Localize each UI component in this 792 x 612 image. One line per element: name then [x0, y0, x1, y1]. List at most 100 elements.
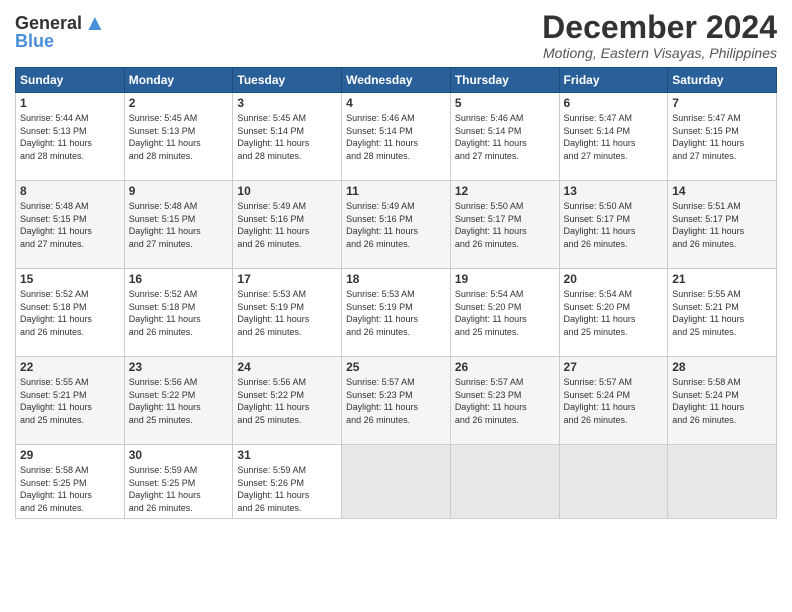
calendar-cell: 28 Sunrise: 5:58 AMSunset: 5:24 PMDayligh…	[668, 357, 777, 445]
calendar-week-row: 1 Sunrise: 5:44 AMSunset: 5:13 PMDaylight…	[16, 93, 777, 181]
calendar-table: SundayMondayTuesdayWednesdayThursdayFrid…	[15, 67, 777, 518]
cell-info: Sunrise: 5:48 AMSunset: 5:15 PMDaylight:…	[129, 200, 229, 250]
calendar-week-row: 29 Sunrise: 5:58 AMSunset: 5:25 PMDayligh…	[16, 445, 777, 518]
calendar-cell: 9 Sunrise: 5:48 AMSunset: 5:15 PMDaylight…	[124, 181, 233, 269]
calendar-cell: 10 Sunrise: 5:49 AMSunset: 5:16 PMDayligh…	[233, 181, 342, 269]
cell-info: Sunrise: 5:53 AMSunset: 5:19 PMDaylight:…	[237, 288, 337, 338]
day-number: 3	[237, 96, 337, 110]
day-number: 24	[237, 360, 337, 374]
day-number: 28	[672, 360, 772, 374]
calendar-cell: 15 Sunrise: 5:52 AMSunset: 5:18 PMDayligh…	[16, 269, 125, 357]
location: Motiong, Eastern Visayas, Philippines	[542, 45, 777, 61]
cell-info: Sunrise: 5:46 AMSunset: 5:14 PMDaylight:…	[455, 112, 555, 162]
calendar-cell: 6Sunrise: 5:47 AMSunset: 5:14 PMDaylight…	[559, 93, 668, 181]
day-number: 21	[672, 272, 772, 286]
cell-info: Sunrise: 5:49 AMSunset: 5:16 PMDaylight:…	[237, 200, 337, 250]
calendar-cell: 1 Sunrise: 5:44 AMSunset: 5:13 PMDaylight…	[16, 93, 125, 181]
cell-info: Sunrise: 5:52 AMSunset: 5:18 PMDaylight:…	[129, 288, 229, 338]
calendar-cell: 31 Sunrise: 5:59 AMSunset: 5:26 PMDayligh…	[233, 445, 342, 518]
day-number: 7	[672, 96, 772, 110]
cell-info: Sunrise: 5:45 AMSunset: 5:14 PMDaylight:…	[237, 112, 337, 162]
logo-graphic: General ▲ Blue	[15, 10, 106, 50]
day-number: 11	[346, 184, 446, 198]
day-number: 19	[455, 272, 555, 286]
calendar-cell: 11 Sunrise: 5:49 AMSunset: 5:16 PMDayligh…	[342, 181, 451, 269]
cell-info: Sunrise: 5:58 AMSunset: 5:24 PMDaylight:…	[672, 376, 772, 426]
cell-info: Sunrise: 5:57 AMSunset: 5:23 PMDaylight:…	[346, 376, 446, 426]
logo-text-blue: Blue	[15, 32, 54, 50]
calendar-cell: 5 Sunrise: 5:46 AMSunset: 5:14 PMDaylight…	[450, 93, 559, 181]
day-number: 31	[237, 448, 337, 462]
day-number: 30	[129, 448, 229, 462]
calendar-cell: 16Sunrise: 5:52 AMSunset: 5:18 PMDayligh…	[124, 269, 233, 357]
logo-text-general: General	[15, 14, 82, 32]
day-number: 17	[237, 272, 337, 286]
day-number: 10	[237, 184, 337, 198]
calendar-cell: 21 Sunrise: 5:55 AMSunset: 5:21 PMDayligh…	[668, 269, 777, 357]
weekday-header: Saturday	[668, 68, 777, 93]
day-number: 25	[346, 360, 446, 374]
calendar-cell: 14Sunrise: 5:51 AMSunset: 5:17 PMDayligh…	[668, 181, 777, 269]
cell-info: Sunrise: 5:55 AMSunset: 5:21 PMDaylight:…	[20, 376, 120, 426]
cell-info: Sunrise: 5:48 AMSunset: 5:15 PMDaylight:…	[20, 200, 120, 250]
day-number: 1	[20, 96, 120, 110]
cell-info: Sunrise: 5:44 AMSunset: 5:13 PMDaylight:…	[20, 112, 120, 162]
weekday-header: Monday	[124, 68, 233, 93]
calendar-cell: 26Sunrise: 5:57 AMSunset: 5:23 PMDayligh…	[450, 357, 559, 445]
cell-info: Sunrise: 5:57 AMSunset: 5:23 PMDaylight:…	[455, 376, 555, 426]
cell-info: Sunrise: 5:47 AMSunset: 5:14 PMDaylight:…	[564, 112, 664, 162]
day-number: 4	[346, 96, 446, 110]
cell-info: Sunrise: 5:52 AMSunset: 5:18 PMDaylight:…	[20, 288, 120, 338]
cell-info: Sunrise: 5:49 AMSunset: 5:16 PMDaylight:…	[346, 200, 446, 250]
day-number: 29	[20, 448, 120, 462]
day-number: 20	[564, 272, 664, 286]
calendar-header-row: SundayMondayTuesdayWednesdayThursdayFrid…	[16, 68, 777, 93]
cell-info: Sunrise: 5:54 AMSunset: 5:20 PMDaylight:…	[455, 288, 555, 338]
cell-info: Sunrise: 5:58 AMSunset: 5:25 PMDaylight:…	[20, 464, 120, 514]
calendar-cell: 27Sunrise: 5:57 AMSunset: 5:24 PMDayligh…	[559, 357, 668, 445]
day-number: 15	[20, 272, 120, 286]
cell-info: Sunrise: 5:47 AMSunset: 5:15 PMDaylight:…	[672, 112, 772, 162]
day-number: 23	[129, 360, 229, 374]
cell-info: Sunrise: 5:45 AMSunset: 5:13 PMDaylight:…	[129, 112, 229, 162]
day-number: 5	[455, 96, 555, 110]
calendar-cell: 20Sunrise: 5:54 AMSunset: 5:20 PMDayligh…	[559, 269, 668, 357]
header: General ▲ Blue December 2024 Motiong, Ea…	[15, 10, 777, 61]
cell-info: Sunrise: 5:59 AMSunset: 5:26 PMDaylight:…	[237, 464, 337, 514]
calendar-cell	[450, 445, 559, 518]
calendar-cell: 3 Sunrise: 5:45 AMSunset: 5:14 PMDaylight…	[233, 93, 342, 181]
weekday-header: Wednesday	[342, 68, 451, 93]
cell-info: Sunrise: 5:53 AMSunset: 5:19 PMDaylight:…	[346, 288, 446, 338]
calendar-cell: 22 Sunrise: 5:55 AMSunset: 5:21 PMDayligh…	[16, 357, 125, 445]
cell-info: Sunrise: 5:56 AMSunset: 5:22 PMDaylight:…	[237, 376, 337, 426]
day-number: 2	[129, 96, 229, 110]
weekday-header: Thursday	[450, 68, 559, 93]
calendar-cell: 23Sunrise: 5:56 AMSunset: 5:22 PMDayligh…	[124, 357, 233, 445]
calendar-cell: 19 Sunrise: 5:54 AMSunset: 5:20 PMDayligh…	[450, 269, 559, 357]
calendar-week-row: 15 Sunrise: 5:52 AMSunset: 5:18 PMDayligh…	[16, 269, 777, 357]
cell-info: Sunrise: 5:55 AMSunset: 5:21 PMDaylight:…	[672, 288, 772, 338]
calendar-week-row: 22 Sunrise: 5:55 AMSunset: 5:21 PMDayligh…	[16, 357, 777, 445]
cell-info: Sunrise: 5:50 AMSunset: 5:17 PMDaylight:…	[455, 200, 555, 250]
day-number: 9	[129, 184, 229, 198]
cell-info: Sunrise: 5:57 AMSunset: 5:24 PMDaylight:…	[564, 376, 664, 426]
calendar-cell: 8 Sunrise: 5:48 AMSunset: 5:15 PMDaylight…	[16, 181, 125, 269]
calendar-cell: 12Sunrise: 5:50 AMSunset: 5:17 PMDayligh…	[450, 181, 559, 269]
calendar-cell: 4 Sunrise: 5:46 AMSunset: 5:14 PMDaylight…	[342, 93, 451, 181]
calendar-cell	[342, 445, 451, 518]
cell-info: Sunrise: 5:46 AMSunset: 5:14 PMDaylight:…	[346, 112, 446, 162]
calendar-cell	[668, 445, 777, 518]
page: General ▲ Blue December 2024 Motiong, Ea…	[0, 0, 792, 612]
calendar-cell: 29 Sunrise: 5:58 AMSunset: 5:25 PMDayligh…	[16, 445, 125, 518]
calendar-cell: 18 Sunrise: 5:53 AMSunset: 5:19 PMDayligh…	[342, 269, 451, 357]
day-number: 18	[346, 272, 446, 286]
logo-bird-icon: ▲	[84, 10, 106, 36]
day-number: 22	[20, 360, 120, 374]
title-area: December 2024 Motiong, Eastern Visayas, …	[542, 10, 777, 61]
calendar-cell: 30Sunrise: 5:59 AMSunset: 5:25 PMDayligh…	[124, 445, 233, 518]
day-number: 14	[672, 184, 772, 198]
calendar-cell: 13Sunrise: 5:50 AMSunset: 5:17 PMDayligh…	[559, 181, 668, 269]
calendar-cell: 7 Sunrise: 5:47 AMSunset: 5:15 PMDaylight…	[668, 93, 777, 181]
calendar-cell: 24 Sunrise: 5:56 AMSunset: 5:22 PMDayligh…	[233, 357, 342, 445]
day-number: 8	[20, 184, 120, 198]
